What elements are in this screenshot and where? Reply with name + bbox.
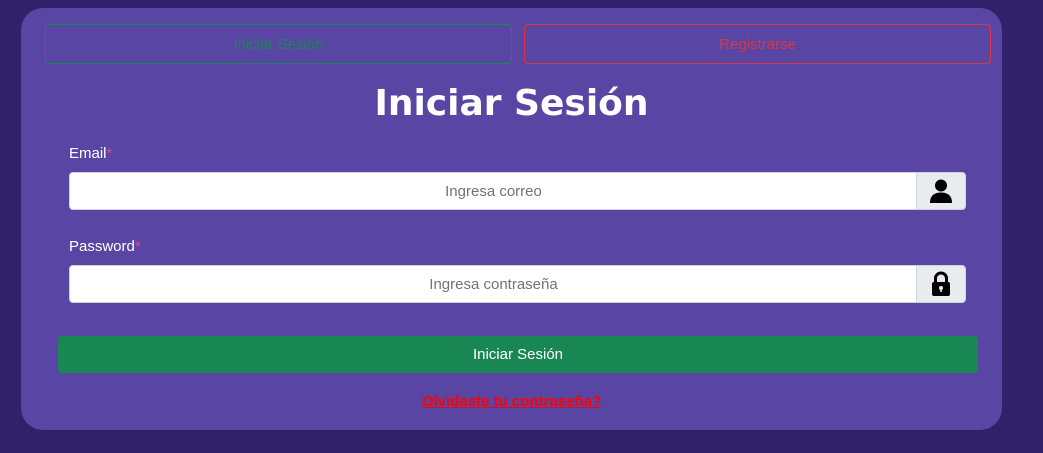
password-field-group bbox=[69, 265, 966, 303]
forgot-password-link[interactable]: Olvidaste tu contraseña? bbox=[21, 393, 1002, 410]
email-addon bbox=[916, 172, 966, 210]
tab-register[interactable]: Registrarse bbox=[524, 24, 991, 64]
password-label: Password* bbox=[69, 238, 141, 255]
user-icon bbox=[930, 179, 952, 203]
page-title: Iniciar Sesión bbox=[374, 83, 649, 124]
email-required-mark: * bbox=[106, 145, 113, 162]
email-label: Email* bbox=[69, 145, 112, 162]
lock-icon bbox=[932, 271, 950, 296]
login-card: Iniciar Sesión Registrarse Iniciar Sesió… bbox=[21, 8, 1002, 430]
email-field[interactable] bbox=[69, 172, 918, 210]
auth-tabs: Iniciar Sesión Registrarse bbox=[45, 24, 991, 64]
tab-login[interactable]: Iniciar Sesión bbox=[45, 24, 512, 64]
email-field-group bbox=[69, 172, 966, 210]
password-addon bbox=[916, 265, 966, 303]
email-label-text: Email bbox=[69, 145, 107, 162]
password-field[interactable] bbox=[69, 265, 918, 303]
password-required-mark: * bbox=[134, 238, 141, 255]
submit-button[interactable]: Iniciar Sesión bbox=[58, 336, 978, 373]
page-background bbox=[1002, 0, 1043, 453]
password-label-text: Password bbox=[69, 238, 135, 255]
